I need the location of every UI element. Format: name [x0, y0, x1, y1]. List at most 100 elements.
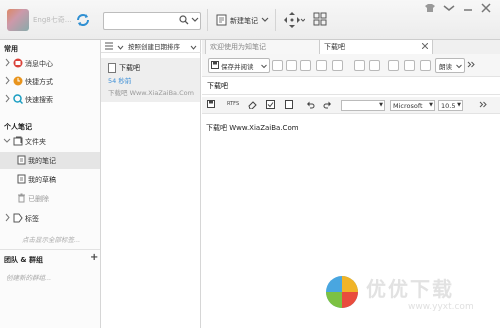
note-body[interactable]: 下载吧 Www.XiaZaiBa.Com	[206, 123, 299, 133]
save-icon[interactable]	[207, 100, 215, 110]
watermark-url: www.yyxt.com	[408, 302, 474, 312]
tab-label: 欢迎使用为知笔记	[210, 43, 266, 51]
page-icon[interactable]	[285, 100, 293, 111]
close-tab-icon[interactable]	[421, 42, 429, 51]
chevron-double-right-icon[interactable]	[479, 101, 487, 110]
chevron-down-icon[interactable]	[3, 138, 11, 146]
tag-icon	[13, 213, 23, 225]
font-size-select[interactable]: 10.5 ▼	[438, 100, 463, 111]
attachment-icon[interactable]	[286, 60, 297, 71]
message-center-icon	[13, 58, 23, 70]
chevron-down-icon[interactable]	[261, 63, 267, 71]
team-groups-header: 团队 & 群组	[4, 256, 43, 264]
chevron-down-icon[interactable]	[456, 63, 462, 71]
search-input[interactable]	[107, 15, 179, 29]
comment-icon[interactable]	[354, 60, 365, 71]
chevron-down-icon[interactable]	[261, 16, 269, 26]
folder-icon	[13, 136, 23, 148]
new-note-icon	[216, 14, 228, 28]
minimize-icon[interactable]	[462, 3, 474, 15]
note-doc-icon	[108, 63, 116, 75]
tab-label: 下载吧	[324, 43, 345, 51]
share-icon[interactable]	[332, 60, 343, 71]
sidebar-item-message-center[interactable]: 消息中心	[0, 55, 100, 72]
chevron-right-icon[interactable]	[5, 213, 11, 224]
find-icon[interactable]	[420, 60, 431, 71]
search-icon[interactable]	[179, 15, 189, 27]
divider	[0, 249, 100, 250]
sidebar-item-label: 快捷方式	[25, 78, 53, 86]
eraser-icon[interactable]	[248, 100, 257, 111]
sidebar-item-label: 我的笔记	[28, 157, 56, 165]
move-icon[interactable]	[283, 11, 306, 31]
team-hint[interactable]: 创建新的群组...	[6, 272, 51, 282]
drafts-icon	[17, 174, 26, 186]
delete-icon[interactable]	[404, 60, 415, 71]
view-grid-icon[interactable]	[313, 12, 327, 28]
chevron-right-icon[interactable]	[5, 58, 11, 69]
top-toolbar: Eng8七奇… 新建笔记	[0, 0, 500, 40]
personal-notes-header: 个人笔记	[4, 123, 32, 131]
sidebar-item-tags[interactable]: 标签	[0, 210, 100, 227]
sidebar-item-label: 文件夹	[25, 138, 46, 146]
font-family-select[interactable]: Microsoft ▼	[390, 100, 435, 111]
save-icon	[211, 61, 219, 71]
add-group-button[interactable]: +	[90, 252, 98, 263]
trash-icon	[17, 193, 26, 205]
sidebar-item-folders[interactable]: 文件夹	[0, 133, 100, 150]
clock-icon[interactable]	[369, 60, 380, 71]
note-card[interactable]: 下载吧 54 秒前 下载吧 Www.XiaZaiBa.Com	[101, 58, 200, 102]
chevron-down-icon[interactable]	[117, 44, 124, 52]
list-view-icon[interactable]	[105, 42, 113, 52]
sidebar-item-quick-search[interactable]: 快速搜索	[0, 91, 100, 108]
sort-bar[interactable]: 按照创建日期排序	[101, 40, 201, 53]
font-family-value: Microsoft	[393, 102, 423, 110]
sidebar-item-label: 标签	[25, 215, 39, 223]
note-title-input[interactable]: 下载吧	[207, 81, 228, 91]
sidebar-item-label: 我的草稿	[28, 176, 56, 184]
chevron-double-right-icon[interactable]	[467, 61, 475, 70]
menu-icon[interactable]	[443, 3, 455, 15]
avatar[interactable]	[7, 9, 29, 31]
tab-current-note[interactable]: 下载吧	[319, 39, 433, 55]
skin-icon[interactable]	[424, 3, 436, 15]
save-read-label: 保存并阅读	[221, 63, 254, 71]
format-toolbar: RTFS ▼ Microsoft ▼ 10.5 ▼	[202, 97, 500, 114]
sidebar-item-deleted[interactable]: 已删除	[0, 190, 100, 207]
text-icon[interactable]	[272, 60, 283, 71]
close-icon[interactable]	[480, 3, 492, 15]
note-list-panel: 按照创建日期排序 下载吧 54 秒前 下载吧 Www.XiaZaiBa.Com	[101, 40, 201, 328]
tab-welcome[interactable]: 欢迎使用为知笔记	[205, 39, 320, 55]
redo-icon[interactable]	[323, 100, 332, 111]
toolbar-divider	[275, 9, 276, 31]
read-aloud-label: 朗读	[439, 63, 452, 71]
rtf-icon[interactable]: RTFS	[227, 101, 239, 107]
new-note-label: 新建笔记	[230, 17, 258, 25]
sidebar-item-my-notes[interactable]: 我的笔记	[0, 152, 100, 169]
chevron-down-icon[interactable]	[190, 44, 197, 52]
save-read-button[interactable]: 保存并阅读	[208, 58, 270, 73]
sync-icon[interactable]	[74, 11, 92, 29]
sidebar-item-shortcuts[interactable]: 快捷方式	[0, 73, 100, 90]
read-aloud-button[interactable]: 朗读	[435, 58, 465, 73]
note-folder-icon	[17, 155, 26, 167]
watermark-logo-icon	[324, 274, 360, 312]
search-dropdown-icon[interactable]	[191, 16, 199, 26]
search-box[interactable]	[103, 12, 201, 30]
quick-search-icon	[13, 94, 24, 106]
chevron-right-icon[interactable]	[5, 76, 11, 87]
history-icon[interactable]	[388, 60, 399, 71]
tab-bar: 欢迎使用为知笔记 下载吧	[202, 39, 500, 55]
sidebar-item-my-drafts[interactable]: 我的草稿	[0, 171, 100, 188]
checkbox-icon[interactable]	[266, 100, 275, 111]
chevron-right-icon[interactable]	[5, 94, 11, 105]
sort-label[interactable]: 按照创建日期排序	[128, 41, 180, 51]
shortcuts-icon	[13, 76, 23, 88]
style-select[interactable]: ▼	[341, 100, 385, 111]
print-icon[interactable]	[316, 60, 327, 71]
undo-icon[interactable]	[306, 100, 315, 111]
toolbar-divider	[207, 9, 208, 31]
username-label[interactable]: Eng8七奇…	[33, 15, 72, 25]
info-icon[interactable]	[300, 60, 311, 71]
tags-hint[interactable]: 点击显示全部标签...	[22, 234, 80, 244]
